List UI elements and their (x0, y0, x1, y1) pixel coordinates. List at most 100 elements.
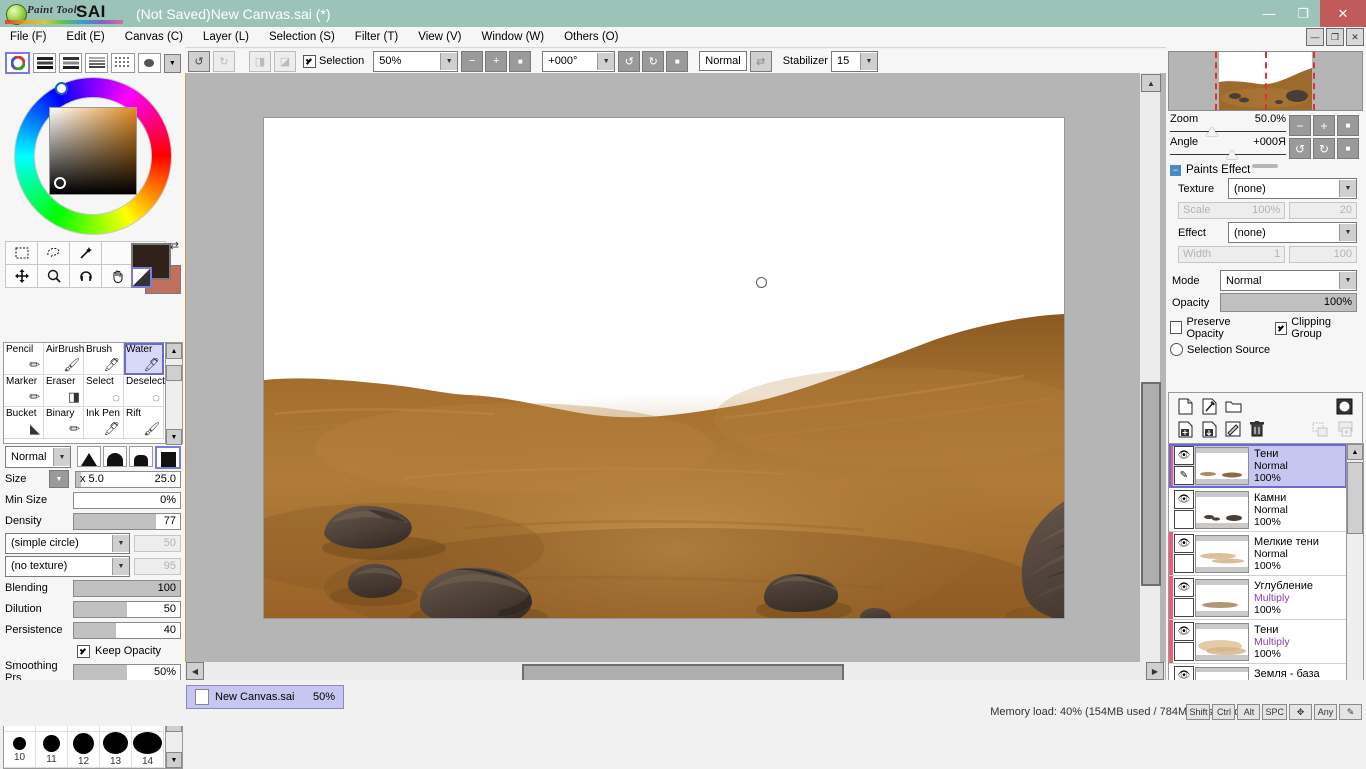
duplicate-layer-icon[interactable] (1175, 419, 1195, 439)
layer-row-teni-normal[interactable]: 👁 ✎ Тени Normal 100% (1169, 444, 1347, 488)
flip-horizontal-button[interactable]: ◨ (249, 51, 271, 72)
hsv-sliders-mode-button[interactable] (59, 53, 82, 73)
blending-slider[interactable]: 100 (73, 580, 181, 597)
scroll-up-icon[interactable]: ▲ (1141, 74, 1161, 92)
zoom-in-button[interactable]: + (485, 51, 507, 72)
size-slider[interactable]: x 5.0 25.0 (75, 471, 181, 488)
nav-rotate-cw-button[interactable]: ↻ (1313, 138, 1335, 159)
brush-rift[interactable]: Rift🖌 (124, 407, 164, 439)
clear-layer-icon[interactable] (1223, 419, 1243, 439)
scroll-right-icon[interactable]: ▶ (1146, 662, 1164, 680)
preserve-opacity-toggle[interactable]: Preserve Opacity (1170, 316, 1267, 340)
chevron-down-icon[interactable]: ▼ (1339, 180, 1356, 197)
keep-opacity-checkbox[interactable] (77, 645, 90, 658)
mdi-restore-button[interactable]: ❐ (1326, 28, 1344, 46)
edge-shape-soft[interactable] (103, 446, 127, 467)
size-mode-button[interactable]: ▼ (49, 470, 69, 488)
nav-rotate-reset-button[interactable]: ■ (1337, 138, 1359, 159)
chevron-down-icon[interactable]: ▼ (440, 53, 457, 70)
brush-grid-scrollbar[interactable]: ▲ ▼ (165, 342, 183, 444)
scratchpad-mode-button[interactable] (138, 53, 161, 73)
chevron-down-icon[interactable]: ▼ (1339, 224, 1356, 241)
layer-list-vertical-scrollbar[interactable]: ▲ ▼ (1346, 443, 1364, 710)
scroll-up-icon[interactable]: ▲ (166, 343, 182, 359)
menu-others[interactable]: Others (O) (554, 28, 628, 46)
menu-view[interactable]: View (V) (408, 28, 471, 46)
scroll-down-icon[interactable]: ▼ (166, 429, 182, 445)
nav-zoom-out-button[interactable]: − (1289, 115, 1311, 136)
rgb-sliders-mode-button[interactable] (33, 53, 56, 73)
layer-select-icon[interactable] (1174, 642, 1194, 661)
nav-zoom-reset-button[interactable]: ■ (1337, 115, 1359, 136)
layer-visibility-icon[interactable]: 👁 (1174, 446, 1194, 465)
vscroll-thumb[interactable] (1141, 382, 1161, 586)
view-mode-box[interactable]: Normal (699, 51, 746, 71)
persistence-slider[interactable]: 40 (73, 622, 181, 639)
layer-row-melkie-teni[interactable]: 👁 Мелкие тени Normal 100% (1169, 532, 1347, 576)
window-minimize-button[interactable]: — (1252, 0, 1286, 27)
effect-combo[interactable]: (none) ▼ (1228, 222, 1357, 243)
brush-water[interactable]: Water🖊 (124, 343, 164, 375)
edge-shape-medium[interactable] (129, 446, 153, 467)
window-restore-button[interactable]: ❐ (1286, 0, 1320, 27)
size-preset-13[interactable]: 13 (100, 732, 132, 768)
layer-list[interactable]: 👁 ✎ Тени Normal 100% 👁 (1168, 443, 1348, 710)
layer-visibility-icon[interactable]: 👁 (1174, 490, 1194, 509)
mdi-minimize-button[interactable]: — (1306, 28, 1324, 46)
layer-mask-icon[interactable] (1334, 396, 1354, 416)
redo-button[interactable]: ↻ (213, 51, 235, 72)
expand-layer-icon[interactable] (1336, 419, 1356, 439)
brush-eraser[interactable]: Eraser◨ (44, 375, 84, 407)
edge-shape-hard[interactable] (155, 446, 181, 469)
brush-bucket[interactable]: Bucket◣ (4, 407, 44, 439)
layer-thumbnail[interactable] (1195, 491, 1249, 529)
chevron-down-icon[interactable]: ▼ (112, 558, 129, 575)
selection-source-toggle[interactable]: Selection Source (1170, 343, 1361, 356)
layer-row-uglublenie[interactable]: 👁 Углубление Multiply 100% (1169, 576, 1347, 620)
delete-layer-icon[interactable] (1247, 419, 1267, 439)
brush-shape-amount-slider[interactable]: 50 (134, 535, 181, 552)
layer-select-icon[interactable]: ✎ (1174, 466, 1194, 485)
menu-filter[interactable]: Filter (T) (345, 28, 408, 46)
layer-thumbnail[interactable] (1195, 623, 1249, 661)
chevron-down-icon[interactable]: ▼ (597, 53, 614, 70)
menu-edit[interactable]: Edit (E) (56, 28, 114, 46)
rotate-cw-button[interactable]: ↻ (642, 51, 664, 72)
undo-button[interactable]: ↺ (188, 51, 210, 72)
preserve-opacity-checkbox[interactable] (1170, 321, 1182, 334)
new-linework-layer-icon[interactable] (1199, 396, 1219, 416)
magic-wand-icon[interactable] (69, 241, 102, 265)
scroll-left-icon[interactable]: ◀ (186, 662, 204, 680)
window-close-button[interactable]: ✕ (1320, 0, 1366, 27)
layer-visibility-icon[interactable]: 👁 (1174, 534, 1194, 553)
size-preset-11[interactable]: 11 (36, 732, 68, 768)
menu-canvas[interactable]: Canvas (C) (115, 28, 193, 46)
brush-airbrush[interactable]: AirBrush🖌 (44, 343, 84, 375)
zoom-out-button[interactable]: − (461, 51, 483, 72)
menu-selection[interactable]: Selection (S) (259, 28, 345, 46)
brush-brush[interactable]: Brush🖊 (84, 343, 124, 375)
canvas-horizontal-scrollbar[interactable]: ◀ ▶ (185, 662, 1165, 680)
smoothing-slider[interactable]: 50% (73, 664, 181, 681)
texture-combo[interactable]: (none) ▼ (1228, 178, 1357, 199)
size-preset-12[interactable]: 12 (68, 732, 100, 768)
menu-layer[interactable]: Layer (L) (193, 28, 259, 46)
mdi-close-button[interactable]: ✕ (1346, 28, 1364, 46)
color-wheel[interactable] (10, 77, 175, 237)
collapse-icon[interactable]: − (1170, 165, 1181, 176)
rotate-reset-button[interactable]: ■ (666, 51, 688, 72)
edge-shape-sharp[interactable] (77, 446, 101, 467)
scroll-down-icon[interactable]: ▼ (166, 752, 182, 768)
new-layer-icon[interactable] (1175, 396, 1195, 416)
menu-window[interactable]: Window (W) (471, 28, 554, 46)
brush-texture-amount-slider[interactable]: 95 (134, 558, 181, 575)
layer-thumbnail[interactable] (1195, 535, 1249, 573)
brush-binary[interactable]: Binary✏ (44, 407, 84, 439)
layer-scroll-thumb[interactable] (1347, 462, 1363, 534)
selection-source-radio[interactable] (1170, 343, 1183, 356)
paints-effect-header[interactable]: − Paints Effect (1170, 164, 1361, 176)
zoom-icon[interactable] (37, 264, 70, 288)
color-wheel-mode-button[interactable] (5, 52, 30, 74)
brush-pencil[interactable]: Pencil✏ (4, 343, 44, 375)
layer-visibility-icon[interactable]: 👁 (1174, 578, 1194, 597)
